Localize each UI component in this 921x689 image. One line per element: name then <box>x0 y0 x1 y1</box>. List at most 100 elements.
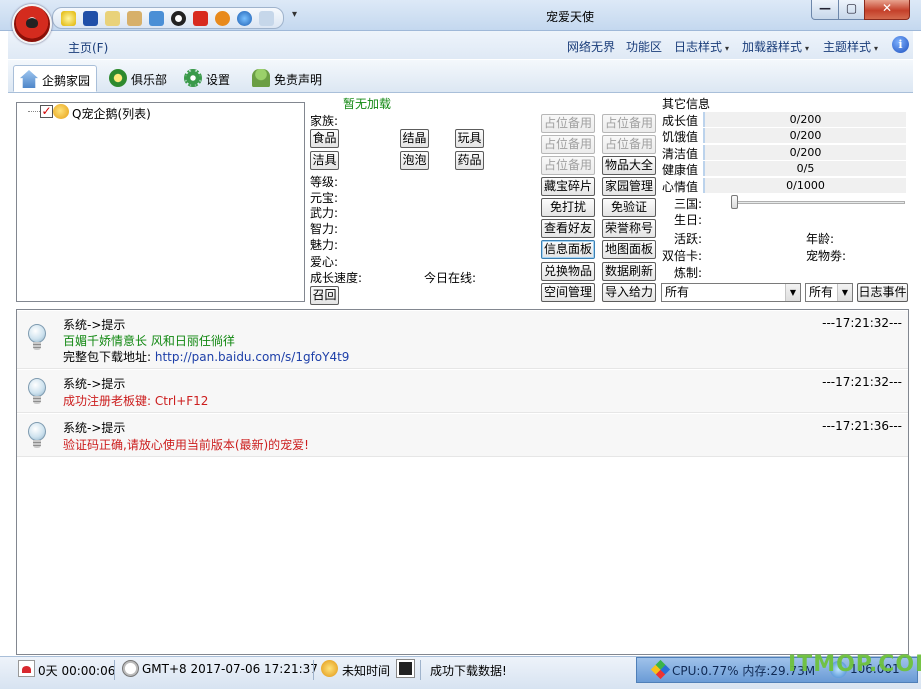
pet-tree[interactable] <box>16 102 305 302</box>
placeholder-button-5[interactable]: 占位备用 <box>541 156 595 175</box>
log-filter-value: 所有 <box>665 285 690 299</box>
house-icon <box>20 70 38 88</box>
growth-speed-label: 成长速度: <box>310 271 363 285</box>
tab-bar: 企鹅家园 俱乐部 设置 免责声明 <box>8 60 913 93</box>
log-entry-time: ---17:21:36--- <box>822 419 902 433</box>
load-status: 暂无加载 <box>343 97 392 111</box>
placeholder-button-1[interactable]: 占位备用 <box>541 114 595 133</box>
hunger-value-label: 饥饿值 <box>662 130 699 144</box>
tree-node-label[interactable]: Q宠企鹅(列表) <box>72 105 151 122</box>
penguin-icon <box>53 104 69 119</box>
view-friends-button[interactable]: 查看好友 <box>541 219 595 238</box>
tab-disclaimer-label: 免责声明 <box>274 73 323 87</box>
clean-value-bar: 0/200 <box>703 145 906 160</box>
maximize-button[interactable]: ▢ <box>838 0 865 20</box>
log-entry-title: 系统->提示 <box>63 318 126 332</box>
close-button[interactable]: ✕ <box>864 0 910 20</box>
charm-label: 魅力: <box>310 238 339 252</box>
log-entry-time: ---17:21:32--- <box>822 375 902 389</box>
health-value-label: 健康值 <box>662 163 699 177</box>
double-card-label: 双倍卡: <box>662 249 703 263</box>
sanguo-slider-track[interactable] <box>735 201 905 204</box>
menu-home[interactable]: 主页(F) <box>68 39 108 56</box>
status-separator <box>114 660 115 680</box>
medicine-button[interactable]: 药品 <box>455 151 484 170</box>
placeholder-button-2[interactable]: 占位备用 <box>602 114 656 133</box>
sanguo-slider-thumb[interactable] <box>731 195 738 209</box>
log-entry: 系统->提示 ---17:21:36--- 验证码正确,请放心使用当前版本(最新… <box>17 414 908 457</box>
tab-disclaimer[interactable]: 免责声明 <box>246 65 328 92</box>
clock-icon <box>122 660 139 677</box>
sanguo-label: 三国: <box>674 197 703 211</box>
club-icon <box>109 69 127 87</box>
toy-button[interactable]: 玩具 <box>455 129 484 148</box>
import-button[interactable]: 导入给力 <box>602 283 656 302</box>
tab-club-label: 俱乐部 <box>131 73 168 87</box>
log-entry-message: 百媚千娇情意长 风和日丽任徜徉 <box>63 334 235 348</box>
menu-network[interactable]: 网络无界 <box>567 38 615 55</box>
health-value-bar: 0/5 <box>703 161 906 176</box>
clean-value-label: 清洁值 <box>662 147 699 161</box>
refresh-data-button[interactable]: 数据刷新 <box>602 262 656 281</box>
menu-log-style[interactable]: 日志样式 ▾ <box>674 38 729 55</box>
active-label: 活跃: <box>674 232 703 246</box>
force-label: 武力: <box>310 206 339 220</box>
honor-title-button[interactable]: 荣誉称号 <box>602 219 656 238</box>
watermark: ITMOP.COM <box>788 652 921 677</box>
chevron-down-icon: ▾ <box>725 44 730 53</box>
tab-club[interactable]: 俱乐部 <box>103 65 173 92</box>
space-manage-button[interactable]: 空间管理 <box>541 283 595 302</box>
app-logo-icon[interactable] <box>12 4 52 44</box>
tab-settings-label: 设置 <box>206 73 231 87</box>
cleaning-button[interactable]: 洁具 <box>310 151 339 170</box>
all-items-button[interactable]: 物品大全 <box>602 156 656 175</box>
pet-coupon-label: 宠物劵: <box>806 249 847 263</box>
info-panel-button[interactable]: 信息面板 <box>541 240 595 259</box>
map-panel-button[interactable]: 地图面板 <box>602 240 656 259</box>
love-label: 爱心: <box>310 255 339 269</box>
no-verify-button[interactable]: 免验证 <box>602 198 656 217</box>
tab-settings[interactable]: 设置 <box>178 65 236 92</box>
crystal-button[interactable]: 结晶 <box>400 129 429 148</box>
treasure-fragments-button[interactable]: 藏宝碎片 <box>541 177 595 196</box>
placeholder-button-4[interactable]: 占位备用 <box>602 135 656 154</box>
emoticon-icon <box>321 660 338 677</box>
tree-checkbox[interactable]: ✓ <box>40 105 53 118</box>
chevron-down-icon: ▾ <box>874 44 879 53</box>
growth-value-label: 成长值 <box>662 114 699 128</box>
bubble-button[interactable]: 泡泡 <box>400 151 429 170</box>
log-entry-download-prefix: 完整包下载地址: <box>63 350 155 364</box>
log-entry-title: 系统->提示 <box>63 421 126 435</box>
birthday-label: 生日: <box>674 213 703 227</box>
food-button[interactable]: 食品 <box>310 129 339 148</box>
download-link[interactable]: http://pan.baidu.com/s/1gfoY4t9 <box>155 350 350 364</box>
redeem-items-button[interactable]: 兑换物品 <box>541 262 595 281</box>
info-icon[interactable]: i <box>892 36 909 53</box>
home-manage-button[interactable]: 家园管理 <box>602 177 656 196</box>
do-not-disturb-button[interactable]: 免打扰 <box>541 198 595 217</box>
window-title: 宠爱天使 <box>545 10 594 24</box>
mood-value-bar: 0/1000 <box>703 178 906 193</box>
log-entry-message: 验证码正确,请放心使用当前版本(最新)的宠爱! <box>63 438 309 452</box>
menu-loader-style[interactable]: 加载器样式 ▾ <box>742 38 809 55</box>
menu-functions[interactable]: 功能区 <box>626 38 662 55</box>
refine-label: 炼制: <box>674 266 703 280</box>
recall-button[interactable]: 召回 <box>310 286 339 305</box>
tab-penguin-home[interactable]: 企鹅家园 <box>13 65 98 92</box>
placeholder-button-3[interactable]: 占位备用 <box>541 135 595 154</box>
menu-loader-style-label: 加载器样式 <box>742 40 803 54</box>
log-filter-select[interactable]: 所有 ▼ <box>661 283 801 302</box>
log-entry-download: 完整包下载地址: http://pan.baidu.com/s/1gfoY4t9 <box>63 348 349 365</box>
growth-value-bar: 0/200 <box>703 112 906 127</box>
family-label: 家族: <box>310 114 339 128</box>
mood-value-label: 心情值 <box>662 180 699 194</box>
log-entry: 系统->提示 ---17:21:32--- 百媚千娇情意长 风和日丽任徜徉 完整… <box>17 311 908 369</box>
status-separator <box>313 660 314 680</box>
log-event-button[interactable]: 日志事件 <box>857 283 908 302</box>
menu-theme-style[interactable]: 主题样式 ▾ <box>823 38 878 55</box>
minimize-button[interactable]: — <box>811 0 839 20</box>
lightbulb-icon <box>27 422 47 450</box>
log-type-value: 所有 <box>809 285 834 299</box>
log-type-select[interactable]: 所有 ▼ <box>805 283 853 302</box>
age-label: 年龄: <box>806 232 835 246</box>
